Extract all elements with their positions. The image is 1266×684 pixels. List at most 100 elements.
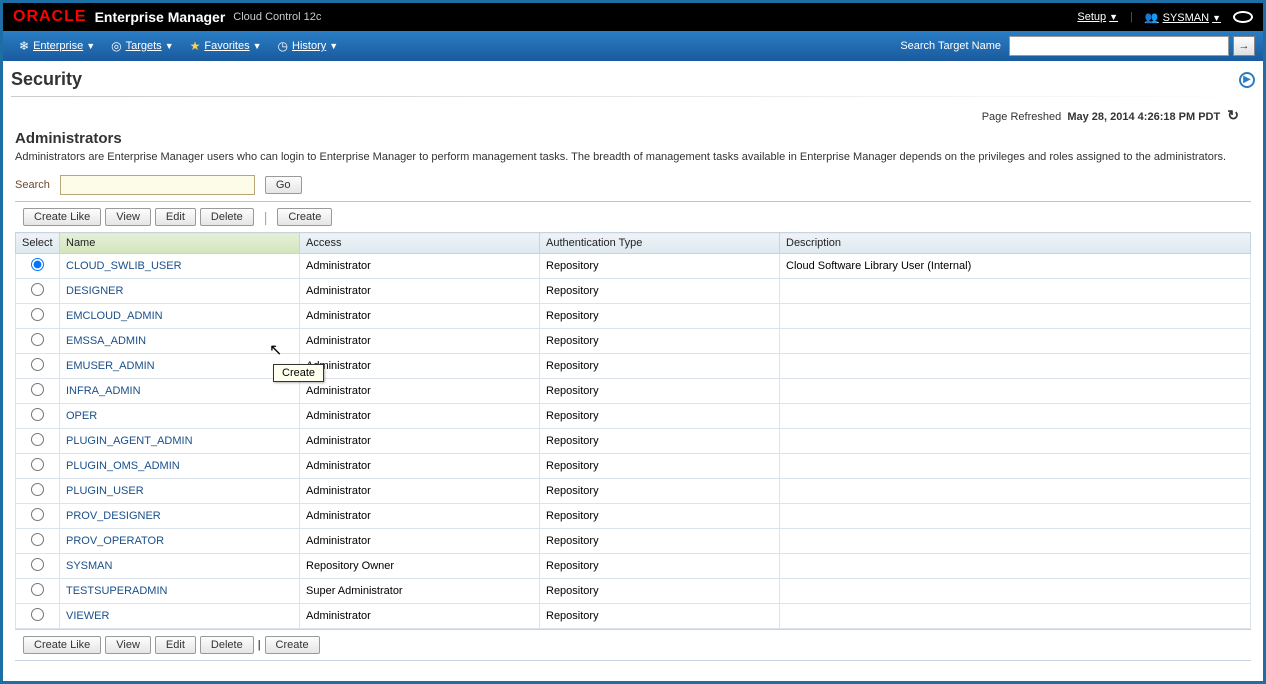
tooltip: Create	[273, 364, 324, 382]
refresh-icon[interactable]: ↻	[1227, 107, 1239, 124]
admin-name-link[interactable]: PLUGIN_USER	[66, 485, 144, 497]
row-select-radio[interactable]	[31, 383, 44, 396]
chevron-down-icon: ▼	[329, 41, 338, 51]
col-name[interactable]: Name	[60, 233, 300, 254]
admin-auth: Repository	[540, 579, 780, 604]
admin-name-link[interactable]: DESIGNER	[66, 285, 123, 297]
admin-name-link[interactable]: PLUGIN_AGENT_ADMIN	[66, 435, 193, 447]
row-select-radio[interactable]	[31, 558, 44, 571]
chevron-down-icon: ▼	[165, 41, 174, 51]
admin-name-link[interactable]: PLUGIN_OMS_ADMIN	[66, 460, 180, 472]
row-select-radio[interactable]	[31, 333, 44, 346]
col-auth[interactable]: Authentication Type	[540, 233, 780, 254]
search-target-label: Search Target Name	[900, 40, 1001, 52]
oracle-logo: ORACLE	[13, 8, 87, 26]
create-button[interactable]: Create	[265, 636, 320, 654]
admin-name-link[interactable]: CLOUD_SWLIB_USER	[66, 260, 182, 272]
admin-access: Administrator	[300, 304, 540, 329]
toolbar-separator: |	[258, 209, 274, 225]
row-select-radio[interactable]	[31, 258, 44, 271]
admin-access: Administrator	[300, 479, 540, 504]
col-select[interactable]: Select	[16, 233, 60, 254]
admin-name-link[interactable]: SYSMAN	[66, 560, 112, 572]
table-row: VIEWER AdministratorRepository	[16, 604, 1251, 629]
create-like-button[interactable]: Create Like	[23, 636, 101, 654]
create-button[interactable]: Create	[277, 208, 332, 226]
create-like-button[interactable]: Create Like	[23, 208, 101, 226]
search-label: Search	[15, 179, 50, 191]
admin-auth: Repository	[540, 604, 780, 629]
row-select-radio[interactable]	[31, 308, 44, 321]
chevron-down-icon: ▼	[86, 41, 95, 51]
nav-bar: ❄Enterprise▼ ◎Targets▼ ★Favorites▼ ◷ Hist…	[3, 31, 1263, 61]
admin-name-link[interactable]: TESTSUPERADMIN	[66, 585, 167, 597]
admin-name-link[interactable]: EMUSER_ADMIN	[66, 360, 155, 372]
admin-desc	[780, 304, 1251, 329]
go-button[interactable]: Go	[265, 176, 302, 194]
admin-desc	[780, 479, 1251, 504]
admin-desc	[780, 329, 1251, 354]
admin-access: Repository Owner	[300, 554, 540, 579]
admin-desc	[780, 354, 1251, 379]
admin-desc	[780, 429, 1251, 454]
admin-access: Administrator	[300, 429, 540, 454]
admin-desc	[780, 454, 1251, 479]
table-row: EMUSER_ADMINAdministratorRepository	[16, 354, 1251, 379]
delete-button[interactable]: Delete	[200, 636, 254, 654]
chevron-down-icon: ▼	[253, 41, 262, 51]
setup-menu[interactable]: Setup▼	[1077, 11, 1118, 23]
row-select-radio[interactable]	[31, 583, 44, 596]
admin-desc	[780, 529, 1251, 554]
table-row: DESIGNERAdministratorRepository	[16, 279, 1251, 304]
row-select-radio[interactable]	[31, 608, 44, 621]
history-icon: ◷	[278, 39, 288, 53]
oval-icon[interactable]	[1233, 11, 1253, 23]
row-select-radio[interactable]	[31, 408, 44, 421]
row-select-radio[interactable]	[31, 458, 44, 471]
admin-auth: Repository	[540, 529, 780, 554]
nav-history-label: History	[292, 40, 326, 52]
view-button[interactable]: View	[105, 636, 151, 654]
edit-button[interactable]: Edit	[155, 208, 196, 226]
admin-auth: Repository	[540, 404, 780, 429]
col-description[interactable]: Description	[780, 233, 1251, 254]
admin-name-link[interactable]: EMCLOUD_ADMIN	[66, 310, 163, 322]
search-target-go-button[interactable]: →	[1233, 36, 1255, 56]
table-row: TESTSUPERADMINSuper AdministratorReposit…	[16, 579, 1251, 604]
admin-name-link[interactable]: OPER	[66, 410, 97, 422]
admin-name-link[interactable]: VIEWER	[66, 610, 109, 622]
admin-desc	[780, 404, 1251, 429]
search-target-input[interactable]	[1009, 36, 1229, 56]
nav-favorites[interactable]: ★Favorites▼	[182, 39, 270, 53]
row-select-radio[interactable]	[31, 283, 44, 296]
admin-name-link[interactable]: EMSSA_ADMIN	[66, 335, 146, 347]
admin-auth: Repository	[540, 454, 780, 479]
row-select-radio[interactable]	[31, 533, 44, 546]
row-select-radio[interactable]	[31, 433, 44, 446]
row-select-radio[interactable]	[31, 508, 44, 521]
admin-name-link[interactable]: PROV_DESIGNER	[66, 510, 161, 522]
admin-name-link[interactable]: PROV_OPERATOR	[66, 535, 164, 547]
admin-name-link[interactable]: INFRA_ADMIN	[66, 385, 141, 397]
user-menu[interactable]: 👥SYSMAN▼	[1145, 11, 1221, 24]
admin-access: Administrator	[300, 254, 540, 279]
admin-desc	[780, 604, 1251, 629]
nav-history[interactable]: ◷ History▼	[270, 39, 347, 53]
admin-auth: Repository	[540, 304, 780, 329]
delete-button[interactable]: Delete	[200, 208, 254, 226]
nav-targets[interactable]: ◎Targets▼	[103, 39, 181, 53]
table-row: PROV_OPERATORAdministratorRepository	[16, 529, 1251, 554]
admin-auth: Repository	[540, 279, 780, 304]
row-select-radio[interactable]	[31, 483, 44, 496]
view-button[interactable]: View	[105, 208, 151, 226]
app-title: Enterprise Manager	[95, 9, 226, 25]
play-circle-icon[interactable]: ▶	[1239, 72, 1255, 88]
edit-button[interactable]: Edit	[155, 636, 196, 654]
row-select-radio[interactable]	[31, 358, 44, 371]
star-icon: ★	[190, 39, 201, 53]
nav-enterprise[interactable]: ❄Enterprise▼	[11, 39, 103, 53]
col-access[interactable]: Access	[300, 233, 540, 254]
user-icon: 👥	[1145, 12, 1159, 24]
admin-search-input[interactable]	[60, 175, 255, 195]
admin-access: Administrator	[300, 604, 540, 629]
